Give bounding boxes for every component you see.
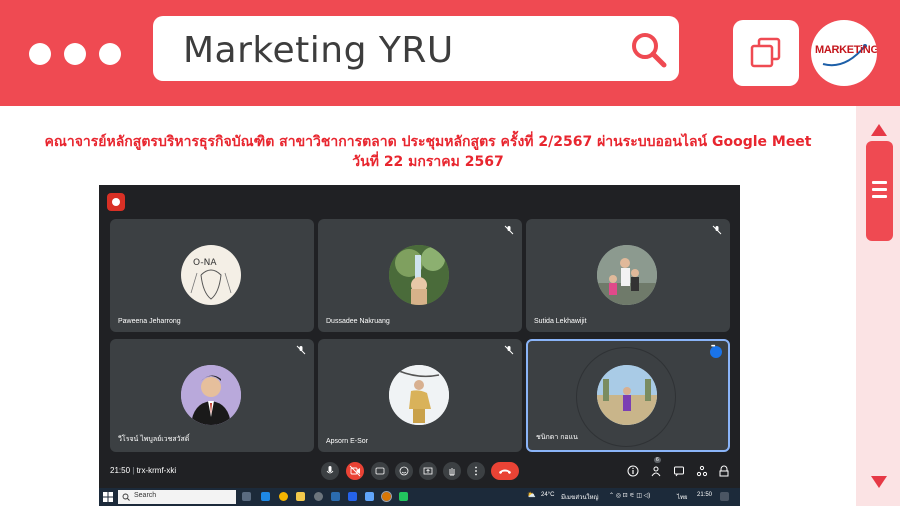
avatar (181, 365, 241, 425)
emoji-icon (399, 466, 409, 476)
mic-icon (326, 466, 334, 474)
marketing-logo: MARKETiNG (811, 20, 877, 86)
captions-button[interactable] (371, 462, 389, 480)
participant-tile: Apsorn E-Sor (318, 339, 522, 452)
mic-button[interactable] (321, 462, 339, 480)
search-icon[interactable] (629, 30, 669, 70)
windows-taskbar: Search ⛅ 24°C มีเมฆส่วนใหญ่ ⌃ ◎ ⊡ ⚟ ◫ ◁)… (99, 488, 740, 506)
captions-icon (375, 467, 385, 475)
leave-call-button[interactable] (491, 462, 519, 480)
window-dot (99, 43, 121, 65)
mic-off-icon (712, 225, 722, 235)
participant-name: Paweena Jeharrong (118, 318, 181, 325)
input-language[interactable]: ไทย (677, 492, 688, 502)
taskbar-clock[interactable]: 21:50 (697, 492, 712, 498)
meeting-code: trx-krmf-xki (136, 466, 177, 475)
search-icon (122, 493, 130, 501)
participant-name: วีโรจน์ ไพบูลย์เวชสวัสดิ์ (118, 436, 190, 443)
page: Marketing YRU MARKETiNG คณาจารย์หลักสูตร… (0, 0, 900, 506)
line-icon[interactable] (399, 492, 408, 501)
participant-tile: Sutida Lekhawijit (526, 219, 730, 332)
svg-text:O-NA: O-NA (193, 258, 217, 268)
taskbar-search-placeholder: Search (134, 492, 157, 499)
weather-icon: ⛅ (527, 492, 536, 499)
camera-off-icon (349, 465, 361, 477)
copy-button[interactable] (733, 20, 799, 86)
participant-name: Sutida Lekhawijit (534, 318, 587, 325)
meeting-time-and-code: 21:50 | trx-krmf-xki (110, 466, 177, 475)
participant-count: 6 (654, 457, 661, 463)
app-icon[interactable] (331, 492, 340, 501)
weather-desc: มีเมฆส่วนใหญ่ (561, 495, 599, 501)
participant-name: ชนิกดา กอแน (536, 434, 578, 441)
hang-up-icon (499, 469, 511, 474)
app-icon[interactable] (348, 492, 357, 501)
emoji-button[interactable] (395, 462, 413, 480)
news-headline: คณาจารย์หลักสูตรบริหารธุรกิจบัณฑิต สาขาว… (20, 132, 836, 172)
avatar (597, 245, 657, 305)
recording-icon (107, 193, 125, 211)
more-button[interactable] (467, 462, 485, 480)
raise-hand-button[interactable] (443, 462, 461, 480)
tray-icons[interactable]: ⌃ ◎ ⊡ ⚟ ◫ ◁) (609, 492, 650, 499)
app-icon[interactable] (314, 492, 323, 501)
weather-temp: 24°C (541, 492, 555, 498)
meeting-time: 21:50 (110, 466, 131, 475)
participant-tile-active: ชนิกดา กอแน (526, 339, 730, 452)
avatar (389, 245, 449, 305)
headline-line-2: วันที่ 22 มกราคม 2567 (352, 154, 504, 170)
present-button[interactable] (419, 462, 437, 480)
copy-icon (750, 37, 781, 68)
more-vert-icon (475, 466, 477, 476)
chat-icon[interactable] (673, 465, 685, 477)
avatar (389, 365, 449, 425)
chrome-active-icon[interactable] (381, 491, 392, 502)
app-icon[interactable] (365, 492, 374, 501)
mic-off-icon (504, 345, 514, 355)
camera-off-button[interactable] (346, 462, 364, 480)
raise-hand-icon (449, 468, 455, 476)
mic-off-icon (504, 225, 514, 235)
file-explorer-icon[interactable] (296, 492, 305, 501)
window-dot (64, 43, 86, 65)
logo-text: MARKETiNG (815, 44, 877, 56)
scrollbar-thumb[interactable] (866, 141, 893, 241)
window-dot (29, 43, 51, 65)
task-view-icon[interactable] (242, 492, 251, 501)
scroll-up-icon[interactable] (871, 124, 887, 136)
windows-start-icon[interactable] (103, 492, 113, 502)
taskbar-search-input[interactable]: Search (118, 490, 236, 504)
participant-name: Apsorn E-Sor (326, 438, 369, 445)
meet-control-bar: 21:50 | trx-krmf-xki 6 (99, 457, 740, 487)
participant-tile: O-NA Paweena Jeharrong (110, 219, 314, 332)
avatar (597, 365, 657, 425)
notification-icon[interactable] (720, 492, 729, 501)
scroll-down-icon[interactable] (871, 476, 887, 488)
participant-tile: Dussadee Nakruang (318, 219, 522, 332)
info-icon[interactable] (627, 465, 639, 477)
meet-screenshot: O-NA Paweena Jeharrong Dussadee Nakruang… (99, 185, 740, 506)
page-title: Marketing YRU (183, 30, 454, 71)
avatar: O-NA (181, 245, 241, 305)
headline-line-1: คณาจารย์หลักสูตรบริหารธุรกิจบัณฑิต สาขาว… (44, 134, 812, 150)
participant-tile: วีโรจน์ ไพบูลย์เวชสวัสดิ์ (110, 339, 314, 452)
header-bar: Marketing YRU MARKETiNG (0, 0, 900, 106)
host-controls-icon[interactable] (718, 465, 730, 477)
more-options-icon[interactable] (710, 344, 722, 358)
chrome-icon[interactable] (279, 492, 288, 501)
participant-name: Dussadee Nakruang (326, 318, 390, 325)
edge-icon[interactable] (261, 492, 270, 501)
mic-off-icon (296, 345, 306, 355)
people-icon[interactable] (650, 465, 662, 477)
present-icon (423, 467, 433, 475)
search-bar[interactable]: Marketing YRU (153, 16, 679, 81)
activities-icon[interactable] (696, 465, 708, 477)
